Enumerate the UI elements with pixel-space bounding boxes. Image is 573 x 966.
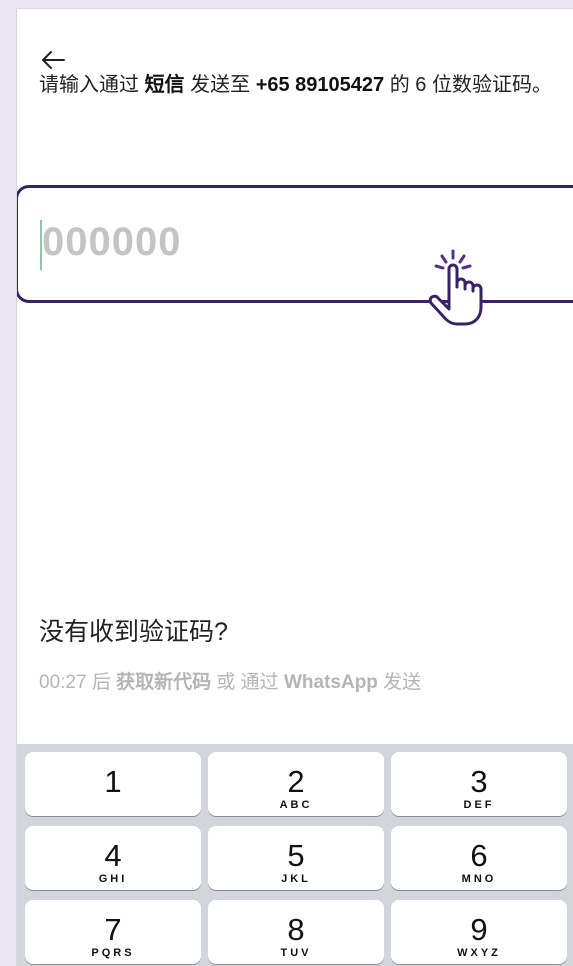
key-letters: ABC — [279, 799, 313, 811]
key-digit: 2 — [287, 764, 305, 799]
instruction-part-1: 请输入通过 — [39, 74, 145, 96]
instruction-phone-number: +65 89105427 — [255, 74, 385, 96]
back-button[interactable] — [37, 47, 71, 73]
key-digit: 6 — [470, 838, 488, 873]
no-code-title: 没有收到验证码? — [39, 618, 228, 646]
instruction-part-3: 的 6 位数验证码。 — [384, 74, 552, 96]
hand-pointer-icon — [428, 249, 483, 326]
instruction-part-2: 发送至 — [184, 74, 256, 96]
key-digit: 5 — [287, 838, 305, 873]
key-5[interactable]: 5 JKL — [208, 826, 384, 890]
key-digit: 7 — [104, 912, 122, 947]
key-letters: WXYZ — [457, 947, 501, 959]
key-9[interactable]: 9 WXYZ — [391, 900, 567, 964]
verification-code-input[interactable]: 000000 — [17, 185, 573, 303]
key-letters: TUV — [280, 947, 312, 959]
key-4[interactable]: 4 GHI — [25, 826, 201, 890]
code-placeholder: 000000 — [42, 220, 182, 264]
key-8[interactable]: 8 TUV — [208, 900, 384, 964]
key-digit: 9 — [470, 912, 488, 947]
key-letters: PQRS — [91, 947, 135, 959]
resend-options: 00:27 后 获取新代码 或 通过 WhatsApp 发送 — [39, 667, 421, 694]
get-new-code-link[interactable]: 获取新代码 — [116, 672, 211, 693]
key-digit: 1 — [104, 764, 122, 799]
verification-screen: 请输入通过 短信 发送至 +65 89105427 的 6 位数验证码。 000… — [16, 8, 573, 966]
arrow-left-icon — [42, 51, 65, 69]
resend-or-text: 或 通过 — [211, 672, 284, 693]
key-2[interactable]: 2 ABC — [208, 752, 384, 816]
key-1[interactable]: 1 — [25, 752, 201, 816]
key-letters: GHI — [98, 873, 128, 885]
whatsapp-link[interactable]: WhatsApp — [284, 672, 378, 693]
key-digit: 3 — [470, 764, 488, 799]
numeric-keypad: 1 2 ABC 3 DEF 4 GHI 5 JKL 6 MNO 7 PQRS 8 — [17, 744, 573, 966]
key-digit: 8 — [287, 912, 305, 947]
resend-send-text: 发送 — [377, 672, 422, 693]
instruction-channel: 短信 — [144, 74, 185, 96]
instruction-text: 请输入通过 短信 发送至 +65 89105427 的 6 位数验证码。 — [39, 72, 559, 99]
key-3[interactable]: 3 DEF — [391, 752, 567, 816]
key-7[interactable]: 7 PQRS — [25, 900, 201, 964]
key-6[interactable]: 6 MNO — [391, 826, 567, 890]
resend-after-text: 后 — [86, 672, 117, 693]
key-letters: DEF — [463, 799, 495, 811]
key-letters: MNO — [461, 873, 497, 885]
resend-countdown: 00:27 — [39, 672, 87, 693]
key-digit: 4 — [104, 838, 122, 873]
key-letters: JKL — [281, 873, 311, 885]
